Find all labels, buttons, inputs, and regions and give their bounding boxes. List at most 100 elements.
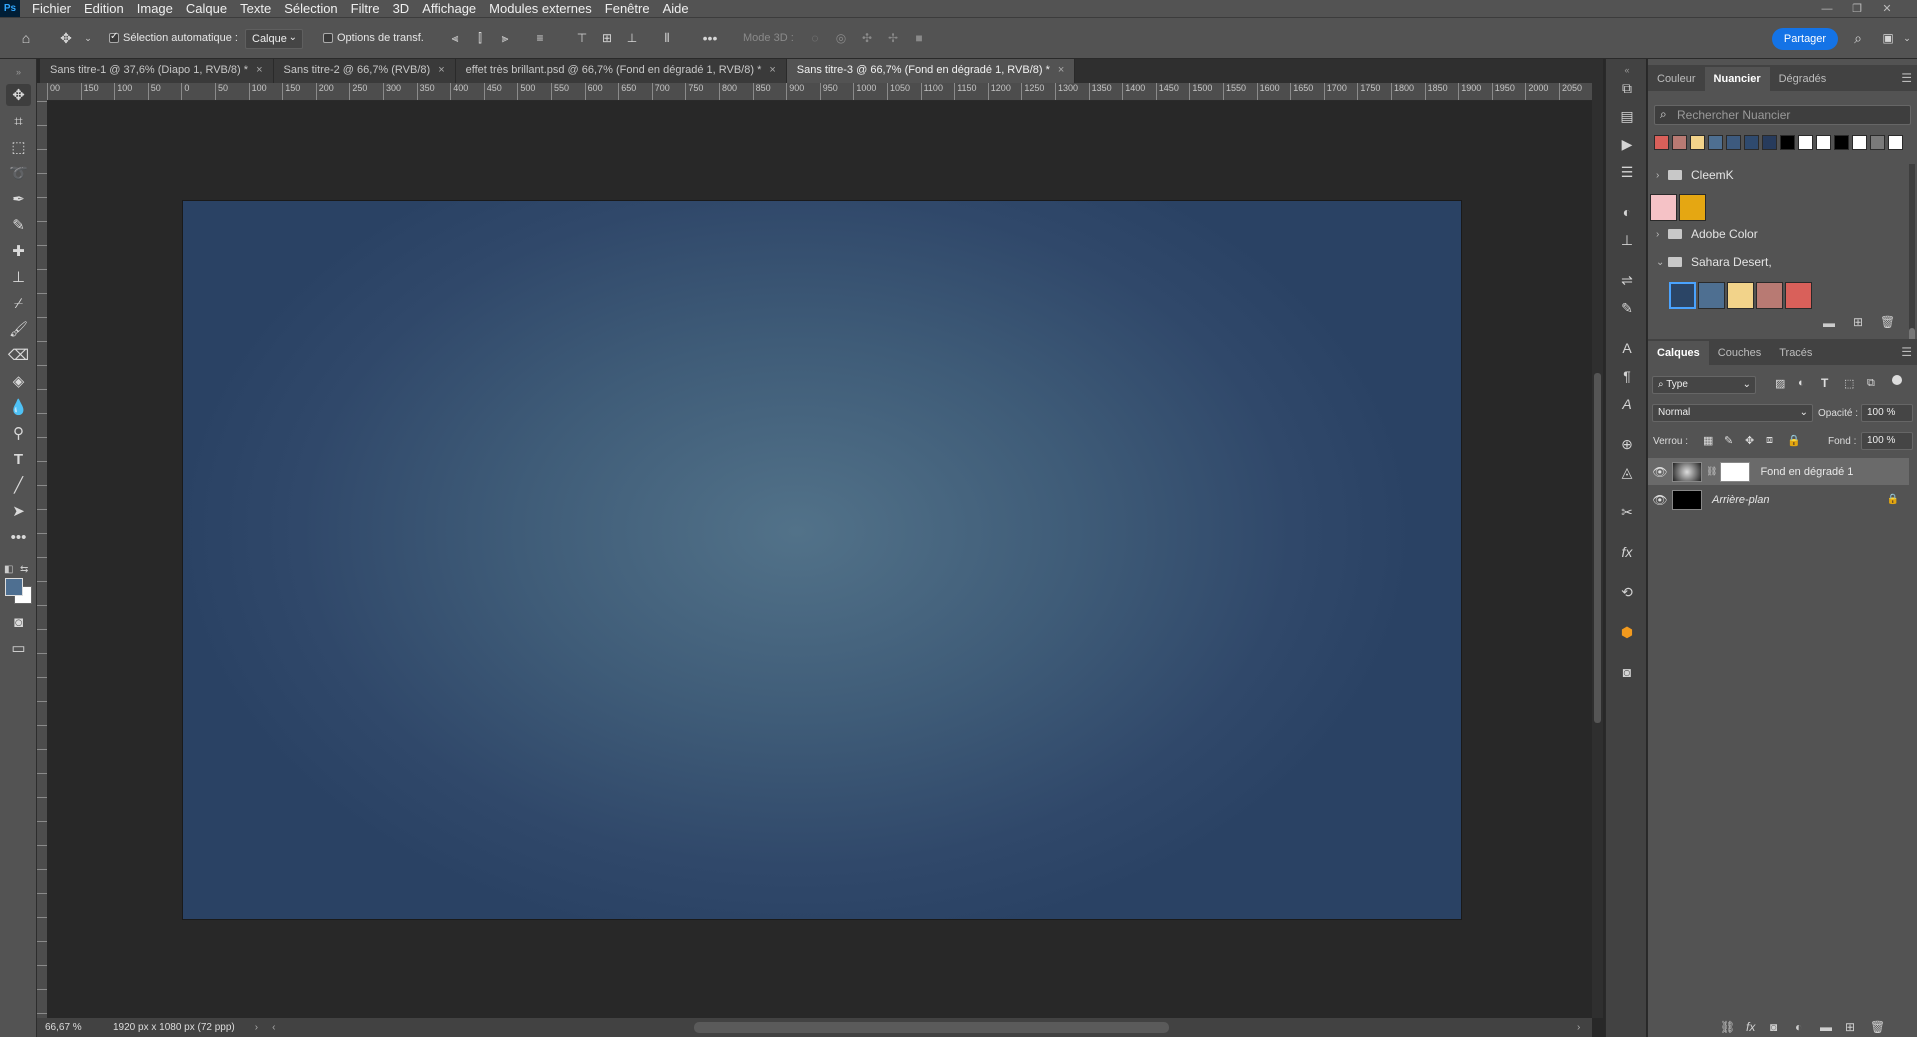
align-right-icon[interactable]: ⫸ [495, 28, 515, 48]
pen-tool-icon[interactable]: ✒ [6, 188, 31, 210]
swatch-sahara-1[interactable] [1669, 282, 1696, 309]
more-options-icon[interactable]: ••• [700, 28, 720, 48]
actions-icon[interactable]: ▶ [1616, 133, 1638, 155]
eyedropper-tool-icon[interactable]: ⌿ [6, 292, 31, 314]
3d-icon[interactable]: ⬢ [1616, 621, 1638, 643]
character-styles-icon[interactable]: ⊕ [1616, 433, 1638, 455]
tab-couches[interactable]: Couches [1709, 341, 1770, 365]
swatch[interactable] [1870, 135, 1885, 150]
new-layer-icon[interactable]: ⊞ [1845, 1020, 1855, 1034]
tab-effet-tres-brillant[interactable]: effet très brillant.psd @ 66,7% (Fond en… [455, 59, 787, 83]
align-vcenter-icon[interactable]: ⊞ [597, 28, 617, 48]
close-tab-icon[interactable]: × [438, 64, 444, 76]
chevron-right-icon[interactable]: › [1656, 170, 1668, 181]
horizontal-scroll-thumb[interactable] [694, 1022, 1169, 1033]
auto-select-dropdown[interactable]: Calque ⌄ [245, 29, 303, 49]
link-icon[interactable]: ⛓ [1706, 466, 1717, 477]
swatch-cleemk-1[interactable] [1650, 194, 1677, 221]
move-tool-icon[interactable]: ✥ [6, 84, 31, 106]
tab-traces[interactable]: Tracés [1770, 341, 1821, 365]
quick-mask-icon[interactable]: ◙ [6, 611, 31, 633]
layer-filter-dropdown[interactable]: ⌕ Type ⌄ [1652, 376, 1756, 394]
move-tool-icon[interactable]: ✥ [56, 28, 76, 48]
align-top-icon[interactable]: ⊤ [572, 28, 592, 48]
swatch[interactable] [1708, 135, 1723, 150]
delete-layer-icon[interactable]: 🗑 [1870, 1020, 1885, 1034]
panel-menu-icon[interactable]: ☰ [1901, 345, 1912, 359]
menu-calque[interactable]: Calque [186, 1, 227, 16]
tab-calques[interactable]: Calques [1648, 341, 1709, 365]
swatch[interactable] [1780, 135, 1795, 150]
path-selection-tool-icon[interactable]: ➤ [6, 500, 31, 522]
search-icon[interactable]: ⌕ [1848, 28, 1868, 48]
notes-icon[interactable]: ◙ [1616, 661, 1638, 683]
opacity-input[interactable]: 100 % [1861, 404, 1913, 422]
clone-source-icon[interactable]: ⊥ [1616, 229, 1638, 251]
distribute-vertical-icon[interactable]: ⫴ [657, 28, 677, 48]
link-layers-icon[interactable]: ⛓ [1720, 1020, 1735, 1034]
close-window-icon[interactable]: ✕ [1872, 0, 1902, 17]
swatch[interactable] [1744, 135, 1759, 150]
chevron-right-icon[interactable]: › [1656, 229, 1668, 240]
blur-tool-icon[interactable]: 💧 [6, 396, 31, 418]
swatch-folder-adobe-color[interactable]: › Adobe Color [1656, 223, 1911, 245]
visibility-eye-icon[interactable]: 👁 [1648, 493, 1672, 507]
vertical-scroll-thumb[interactable] [1594, 373, 1601, 723]
document-canvas[interactable] [182, 200, 1462, 920]
filter-shape-icon[interactable]: ⬚ [1844, 377, 1854, 390]
swap-colors-icon[interactable]: ⇆ [20, 564, 28, 575]
crop-tool-icon[interactable]: ⌗ [6, 110, 31, 132]
brushes-icon[interactable]: ✎ [1616, 297, 1638, 319]
tool-preset-chevron-icon[interactable]: ⌄ [78, 28, 98, 48]
paragraph-styles-icon[interactable]: ◬ [1616, 461, 1638, 483]
styles-fx-icon[interactable]: fx [1616, 541, 1638, 563]
close-tab-icon[interactable]: × [769, 64, 775, 76]
menu-image[interactable]: Image [137, 1, 173, 16]
scroll-right-icon[interactable]: › [1577, 1022, 1580, 1033]
close-tab-icon[interactable]: × [1058, 64, 1064, 76]
default-colors-icon[interactable]: ◧ [4, 564, 13, 575]
tool-presets-icon[interactable]: ✂ [1616, 501, 1638, 523]
more-tools-icon[interactable]: ••• [6, 526, 31, 548]
filter-pixel-icon[interactable]: ▨ [1775, 377, 1785, 390]
zoom-level[interactable]: 66,67 % [45, 1022, 105, 1033]
delete-swatch-icon[interactable]: 🗑 [1880, 315, 1895, 329]
swatch[interactable] [1852, 135, 1867, 150]
tab-degrades[interactable]: Dégradés [1770, 67, 1836, 91]
lock-artboard-icon[interactable]: ⧈ [1766, 434, 1773, 447]
swatch-search-input[interactable]: ⌕ Rechercher Nuancier [1654, 105, 1911, 125]
adjustment-layer-icon[interactable]: ◐ [1795, 1020, 1802, 1034]
home-icon[interactable]: ⌂ [16, 28, 36, 48]
add-mask-icon[interactable]: ◙ [1770, 1020, 1777, 1034]
filter-toggle-icon[interactable] [1892, 375, 1902, 385]
layer-row-gradient-fill[interactable]: 👁 ⛓ Fond en dégradé 1 [1648, 458, 1909, 485]
scroll-left-icon[interactable]: ‹ [272, 1022, 275, 1033]
menu-fenetre[interactable]: Fenêtre [605, 1, 650, 16]
transform-controls-checkbox[interactable] [323, 33, 333, 43]
share-button[interactable]: Partager [1772, 28, 1838, 50]
adjustments-icon[interactable]: ◐ [1616, 201, 1638, 223]
swatch-folder-sahara-desert[interactable]: ⌄ Sahara Desert, [1656, 251, 1911, 273]
workspace-icon[interactable]: ▣ [1878, 28, 1898, 48]
character-icon[interactable]: A [1616, 337, 1638, 359]
swatch[interactable] [1798, 135, 1813, 150]
auto-select-checkbox[interactable] [109, 31, 119, 43]
line-tool-icon[interactable]: ╱ [6, 474, 31, 496]
align-hcenter-icon[interactable]: ⫿ [470, 28, 490, 48]
layer-style-fx-icon[interactable]: fx [1746, 1020, 1755, 1034]
properties-icon[interactable]: ☰ [1616, 161, 1638, 183]
tab-sans-titre-1[interactable]: Sans titre-1 @ 37,6% (Diapo 1, RVB/8) * × [40, 59, 274, 83]
tab-sans-titre-3[interactable]: Sans titre-3 @ 66,7% (Fond en dégradé 1,… [786, 59, 1076, 83]
swatch[interactable] [1690, 135, 1705, 150]
new-group-icon[interactable]: ▬ [1823, 316, 1835, 330]
timeline-icon[interactable]: ⟲ [1616, 581, 1638, 603]
lasso-tool-icon[interactable]: ➰ [6, 162, 31, 184]
layer-mask-thumbnail[interactable] [1720, 461, 1751, 482]
swatch-sahara-2[interactable] [1698, 282, 1725, 309]
healing-tool-icon[interactable]: ✚ [6, 240, 31, 262]
align-left-icon[interactable]: ⫷ [445, 28, 465, 48]
marquee-tool-icon[interactable]: ⬚ [6, 136, 31, 158]
minimize-icon[interactable]: — [1812, 0, 1842, 17]
fill-input[interactable]: 100 % [1861, 432, 1913, 450]
swatch[interactable] [1834, 135, 1849, 150]
